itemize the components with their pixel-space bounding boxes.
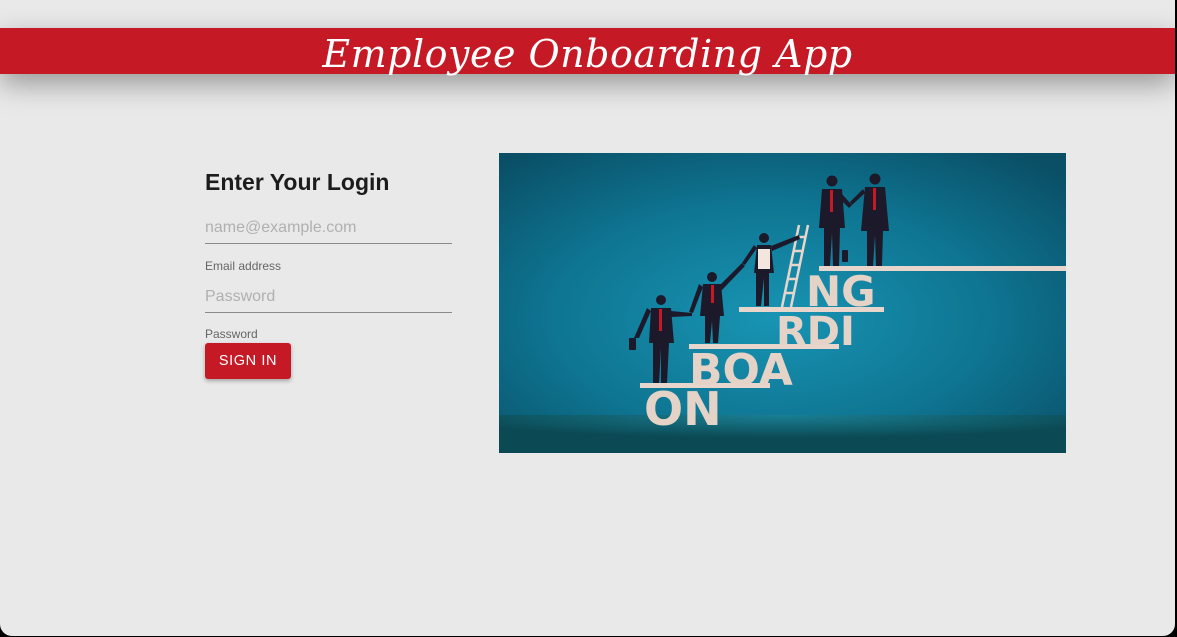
sign-in-button[interactable]: SIGN IN (205, 343, 291, 379)
tie-2 (711, 285, 714, 303)
header-bar: Employee Onboarding App (0, 28, 1175, 76)
onboarding-illustration: ON BOA RDI NG (499, 153, 1066, 453)
step-letters-4: NG (806, 267, 876, 316)
tie-5 (873, 188, 876, 210)
login-panel: Enter Your Login Email address Password … (205, 168, 453, 379)
password-field-group: Password (205, 281, 453, 341)
login-title: Enter Your Login (205, 169, 390, 195)
tie-1 (659, 309, 662, 331)
app-window: Employee Onboarding App Enter Your Login… (0, 0, 1175, 636)
floor (499, 415, 1066, 453)
tie-4 (830, 190, 833, 212)
email-input[interactable] (205, 212, 452, 244)
shirt-3 (758, 249, 770, 269)
app-title: Employee Onboarding App (322, 32, 853, 76)
onboarding-illustration-svg: ON BOA RDI NG (499, 153, 1066, 453)
email-field-group: Email address (205, 212, 453, 273)
password-input[interactable] (205, 281, 452, 313)
password-helper-text: Password (205, 327, 258, 341)
email-helper-text: Email address (205, 259, 282, 273)
